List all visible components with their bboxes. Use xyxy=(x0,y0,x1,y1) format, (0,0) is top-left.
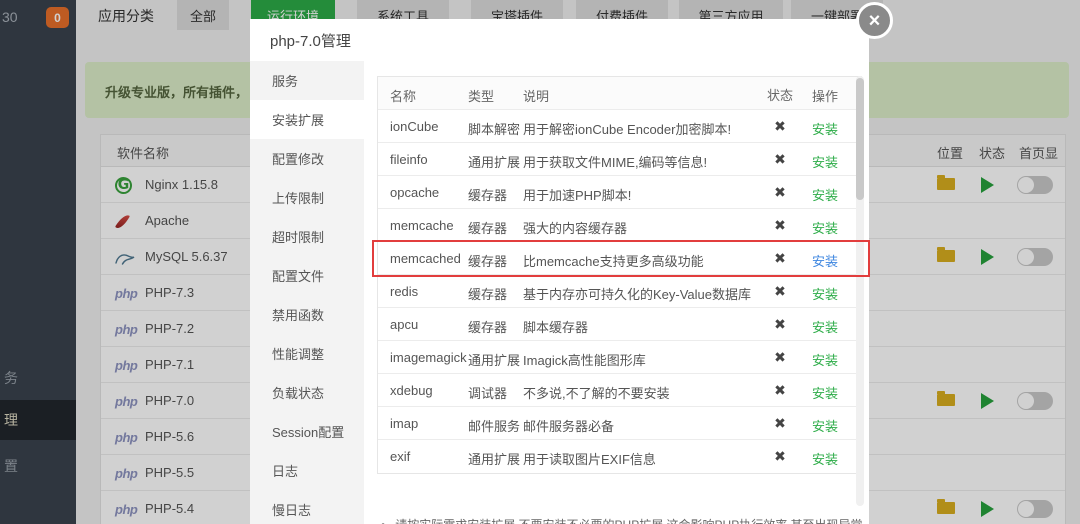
not-installed-icon: ✖ xyxy=(774,217,786,233)
install-button[interactable]: 安装 xyxy=(810,317,840,336)
install-button[interactable]: 安装 xyxy=(810,152,840,171)
install-button[interactable]: 安装 xyxy=(810,218,840,237)
modal-menu: 服务 安装扩展 配置修改 上传限制 超时限制 配置文件 禁用函数 性能调整 负载状态 Sessio… xyxy=(250,61,364,524)
not-installed-icon: ✖ xyxy=(774,283,786,299)
not-installed-icon: ✖ xyxy=(774,184,786,200)
extension-row: xdebug 调试器 不多说,不了解的不要安装 ✖ 安装 xyxy=(378,374,861,407)
not-installed-icon: ✖ xyxy=(774,151,786,167)
extension-name: memcache xyxy=(390,218,454,233)
modal-menu-item[interactable]: 超时限制 xyxy=(250,217,364,256)
modal-scrollbar-thumb[interactable] xyxy=(856,78,864,200)
extension-name: memcached xyxy=(390,251,461,266)
modal-menu-item[interactable]: Session配置 xyxy=(250,412,364,451)
extension-row: opcache 缓存器 用于加速PHP脚本! ✖ 安装 xyxy=(378,176,861,209)
extension-desc: 用于解密ionCube Encoder加密脚本! xyxy=(523,122,732,137)
extension-type: 缓存器 xyxy=(468,320,508,335)
modal-menu-item[interactable]: 上传限制 xyxy=(250,178,364,217)
install-button[interactable]: 安装 xyxy=(810,284,840,303)
install-button[interactable]: 安装 xyxy=(810,185,840,204)
extensions-table-header: 名称 类型 说明 状态 操作 xyxy=(378,77,861,110)
modal-menu-item[interactable]: 负载状态 xyxy=(250,373,364,412)
extension-name: opcache xyxy=(390,185,440,200)
install-button[interactable]: 安装 xyxy=(810,416,840,435)
extensions-table: 名称 类型 说明 状态 操作 ionCube 脚本解密 用于解密ionCube En… xyxy=(377,76,862,474)
extension-desc: 基于内存亦可持久化的Key-Value数据库 xyxy=(523,287,752,302)
extension-row: apcu 缓存器 脚本缓存器 ✖ 安装 xyxy=(378,308,861,341)
extension-desc: 不多说,不了解的不要安装 xyxy=(523,386,670,401)
not-installed-icon: ✖ xyxy=(774,250,786,266)
extension-type: 缓存器 xyxy=(468,287,508,302)
extension-type: 缓存器 xyxy=(468,254,508,269)
extension-desc: 用于加速PHP脚本! xyxy=(523,188,632,203)
not-installed-icon: ✖ xyxy=(774,382,786,398)
header-status: 状态 xyxy=(766,88,793,103)
not-installed-icon: ✖ xyxy=(774,349,786,365)
modal-menu-item[interactable]: 性能调整 xyxy=(250,334,364,373)
extension-row: redis 缓存器 基于内存亦可持久化的Key-Value数据库 ✖ 安装 xyxy=(378,275,861,308)
extension-name: redis xyxy=(390,284,419,299)
php-manage-modal: php-7.0管理 服务 安装扩展 配置修改 上传限制 超时限制 配置文件 禁用函数 性能调整… xyxy=(250,19,870,524)
extension-name: fileinfo xyxy=(390,152,428,167)
extensions-note: • 请按实际需求安装扩展,不要安装不必要的PHP扩展,这会影响PHP执行效率,甚至… xyxy=(381,516,863,524)
extension-desc: 比memcache支持更多高级功能 xyxy=(523,254,704,269)
header-action: 操作 xyxy=(811,89,838,104)
bullet-icon: • xyxy=(381,518,385,524)
extension-row: imap 邮件服务 邮件服务器必备 ✖ 安装 xyxy=(378,407,861,440)
extension-name: apcu xyxy=(390,317,419,332)
extension-desc: 用于读取图片EXIF信息 xyxy=(523,452,656,467)
modal-menu-item[interactable]: 禁用函数 xyxy=(250,295,364,334)
extension-name: imap xyxy=(390,416,419,431)
extension-type: 脚本解密 xyxy=(468,122,521,137)
modal-menu-item[interactable]: 安装扩展 xyxy=(250,100,364,139)
extension-name: imagemagick xyxy=(390,350,467,365)
extension-row: memcached 缓存器 比memcache支持更多高级功能 ✖ 安装 xyxy=(378,242,861,275)
close-icon[interactable]: × xyxy=(856,2,893,39)
extension-row: imagemagick 通用扩展 Imagick高性能图形库 ✖ 安装 xyxy=(378,341,861,374)
extension-type: 通用扩展 xyxy=(468,353,521,368)
extensions-note-text: 请按实际需求安装扩展,不要安装不必要的PHP扩展,这会影响PHP执行效率,甚至出… xyxy=(395,518,862,524)
modal-menu-item[interactable]: 服务 xyxy=(250,61,364,100)
extension-type: 调试器 xyxy=(468,386,508,401)
extension-desc: 用于获取文件MIME,编码等信息! xyxy=(523,155,708,170)
extension-desc: Imagick高性能图形库 xyxy=(523,353,646,368)
not-installed-icon: ✖ xyxy=(774,118,786,134)
screen: 30 0 务理置 应用分类 全部 运行环境 系统工具 宝塔插件 付费插件 第三方应用 一键部… xyxy=(0,0,1080,524)
modal-menu-item[interactable]: 慢日志 xyxy=(250,490,364,524)
extension-row: ionCube 脚本解密 用于解密ionCube Encoder加密脚本! ✖ 安装 xyxy=(378,110,861,143)
extension-name: ionCube xyxy=(390,119,439,134)
extension-row: memcache 缓存器 强大的内容缓存器 ✖ 安装 xyxy=(378,209,861,242)
header-desc: 说明 xyxy=(523,89,550,104)
extension-type: 缓存器 xyxy=(468,188,508,203)
modal-menu-item[interactable]: 日志 xyxy=(250,451,364,490)
extension-name: exif xyxy=(390,449,411,464)
header-name: 名称 xyxy=(390,89,417,104)
install-button[interactable]: 安装 xyxy=(810,350,840,369)
extension-row: exif 通用扩展 用于读取图片EXIF信息 ✖ 安装 xyxy=(378,440,861,473)
extensions-rows: ionCube 脚本解密 用于解密ionCube Encoder加密脚本! ✖ 安装 fi… xyxy=(378,110,861,473)
not-installed-icon: ✖ xyxy=(774,448,786,464)
not-installed-icon: ✖ xyxy=(774,316,786,332)
install-button[interactable]: 安装 xyxy=(810,119,840,138)
extension-type: 缓存器 xyxy=(468,221,508,236)
install-button[interactable]: 安装 xyxy=(810,251,840,270)
extension-desc: 邮件服务器必备 xyxy=(523,419,615,434)
modal-menu-item[interactable]: 配置修改 xyxy=(250,139,364,178)
extension-type: 邮件服务 xyxy=(468,419,521,434)
header-type: 类型 xyxy=(468,89,495,104)
modal-scrollbar xyxy=(856,76,864,506)
extension-desc: 脚本缓存器 xyxy=(523,320,589,335)
extension-type: 通用扩展 xyxy=(468,452,521,467)
extension-row: fileinfo 通用扩展 用于获取文件MIME,编码等信息! ✖ 安装 xyxy=(378,143,861,176)
not-installed-icon: ✖ xyxy=(774,415,786,431)
extension-type: 通用扩展 xyxy=(468,155,521,170)
extension-desc: 强大的内容缓存器 xyxy=(523,221,628,236)
install-button[interactable]: 安装 xyxy=(810,449,840,468)
install-button[interactable]: 安装 xyxy=(810,383,840,402)
extension-name: xdebug xyxy=(390,383,433,398)
modal-menu-item[interactable]: 配置文件 xyxy=(250,256,364,295)
modal-title: php-7.0管理 xyxy=(270,33,351,50)
